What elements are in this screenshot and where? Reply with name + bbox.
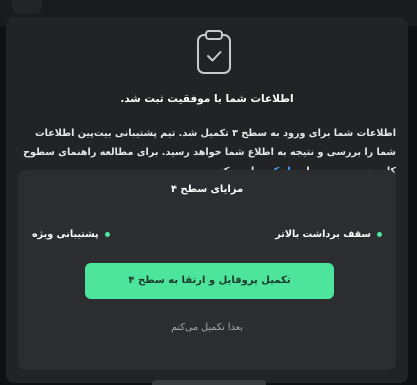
level-benefits-card: مزایای سطح ۴ سقف برداشت بالاتر پشتیبانی …	[18, 170, 396, 370]
feature-label: سقف برداشت بالاتر	[275, 229, 371, 240]
feature-item: پشتیبانی ویژه	[32, 229, 110, 240]
complete-later-link[interactable]: بعدا تکمیل می‌کنم	[18, 322, 396, 333]
feature-label: پشتیبانی ویژه	[32, 229, 99, 240]
bullet-dot-icon	[377, 232, 382, 237]
upgrade-profile-button[interactable]: تکمیل پروفایل و ارتقا به سطح ۴	[85, 263, 334, 299]
feature-item: سقف برداشت بالاتر	[275, 229, 382, 240]
success-modal: اطلاعات شما با موفقیت ثبت شد. اطلاعات شم…	[6, 17, 408, 383]
clipboard-check-icon	[192, 27, 236, 77]
background-element	[152, 380, 266, 385]
card-title: مزایای سطح ۴	[170, 184, 244, 195]
bullet-dot-icon	[104, 232, 110, 237]
background-button	[12, 0, 42, 14]
modal-title: اطلاعات شما با موفقیت ثبت شد.	[120, 93, 294, 105]
